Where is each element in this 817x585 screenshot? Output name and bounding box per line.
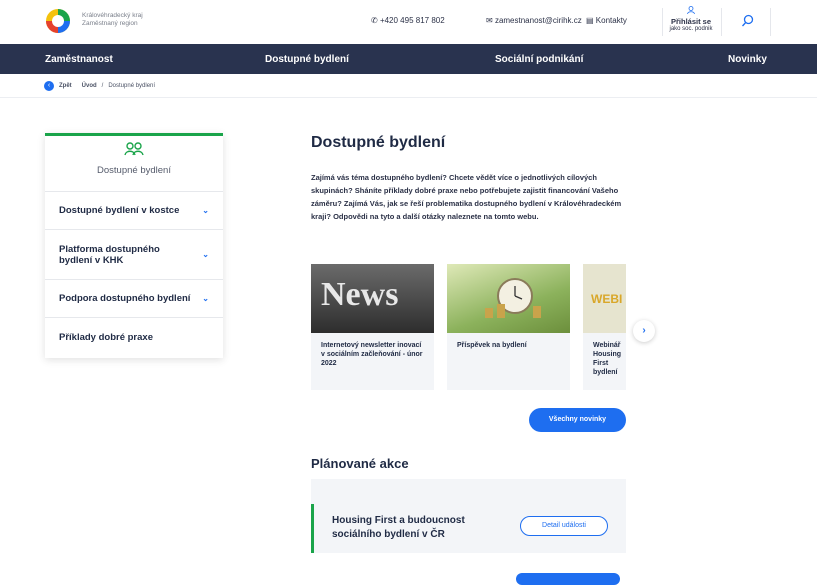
news-card[interactable]: News Internetový newsletter inovací v so… xyxy=(311,264,434,390)
breadcrumb-current: Dostupné bydlení xyxy=(108,83,156,89)
chevron-down-icon: ⌄ xyxy=(202,250,209,259)
breadcrumb-home[interactable]: Úvod xyxy=(82,83,97,89)
sidebar-header: Dostupné bydlení xyxy=(45,136,223,192)
user-icon xyxy=(687,6,695,15)
contacts-link[interactable]: ▤ Kontakty xyxy=(586,16,627,25)
intro-text: Zajímá vás téma dostupného bydlení? Chce… xyxy=(311,173,622,221)
divider xyxy=(0,97,817,98)
chevron-right-icon[interactable]: › xyxy=(633,320,655,342)
news-title: Internetový newsletter inovací v sociáln… xyxy=(321,342,423,367)
sidebar: Dostupné bydlení Dostupné bydlení v kost… xyxy=(45,133,223,358)
back-link[interactable]: Zpět xyxy=(59,83,72,89)
mail-icon: ✉ xyxy=(486,16,495,25)
sidebar-item-kostce[interactable]: Dostupné bydlení v kostce ⌄ xyxy=(45,192,223,230)
news-card[interactable]: Příspěvek na bydlení xyxy=(447,264,570,390)
news-card[interactable]: WEBI Webinář Housing First bydlení xyxy=(583,264,626,390)
breadcrumb: ‹ Zpět Úvod / Dostupné bydlení xyxy=(44,81,155,91)
sidebar-item-podpora[interactable]: Podpora dostupného bydlení ⌄ xyxy=(45,280,223,318)
all-news-button[interactable]: Všechny novinky xyxy=(529,408,626,432)
news-title: Příspěvek na bydlení xyxy=(457,342,527,349)
event-panel xyxy=(311,479,626,504)
contacts-text: Kontakty xyxy=(595,16,627,25)
login-button[interactable]: Přihlásit se jako soc. podnik xyxy=(663,6,719,32)
page-title: Dostupné bydlení xyxy=(311,134,446,151)
divider xyxy=(770,8,771,36)
chevron-down-icon: ⌄ xyxy=(202,294,209,303)
logo-line2: Zaměstnaný region xyxy=(82,20,138,27)
email-text: zamestnanost@cirihk.cz xyxy=(494,16,582,25)
nav-item-socialni-podnikani[interactable]: Sociální podnikání xyxy=(495,54,583,65)
sidebar-item-label: Platforma dostupného bydlení v KHK xyxy=(59,243,160,266)
main-nav: Zaměstnanost Dostupné bydlení Sociální p… xyxy=(0,44,817,74)
phone-link[interactable]: ✆ +420 495 817 802 xyxy=(371,16,445,25)
event-title: Housing First a budoucnost sociálního by… xyxy=(332,515,465,540)
email-link[interactable]: ✉ zamestnanost@cirihk.cz xyxy=(486,16,582,25)
events-title: Plánované akce xyxy=(311,456,409,471)
sidebar-item-label: Příklady dobré praxe xyxy=(59,331,153,343)
news-image: WEBI xyxy=(583,264,626,333)
news-image-text: WEBI xyxy=(591,292,623,306)
contacts-icon: ▤ xyxy=(586,16,596,25)
news-image-text: News xyxy=(321,276,399,313)
logo-icon[interactable] xyxy=(44,7,72,35)
chevron-down-icon: ⌄ xyxy=(202,206,209,215)
more-events-button[interactable] xyxy=(516,573,620,585)
news-image xyxy=(447,264,570,333)
login-label: Přihlásit se xyxy=(670,17,712,26)
sidebar-item-label: Podpora dostupného bydlení xyxy=(59,293,191,304)
divider xyxy=(721,8,722,36)
news-image: News xyxy=(311,264,434,333)
login-sublabel: jako soc. podnik xyxy=(669,26,713,32)
phone-text: +420 495 817 802 xyxy=(379,16,445,25)
clock-coins-image xyxy=(485,278,541,318)
sidebar-title: Dostupné bydlení xyxy=(97,165,171,176)
logo-text: Královéhradecký kraj Zaměstnaný region xyxy=(82,12,143,28)
back-arrow-icon[interactable]: ‹ xyxy=(44,81,54,91)
people-icon xyxy=(124,142,144,156)
top-bar: Královéhradecký kraj Zaměstnaný region ✆… xyxy=(0,0,817,44)
event-item: Housing First a budoucnost sociálního by… xyxy=(311,504,626,553)
nav-item-dostupne-bydleni[interactable]: Dostupné bydlení xyxy=(265,54,349,65)
sidebar-item-priklady[interactable]: Příklady dobré praxe xyxy=(45,318,223,356)
phone-icon: ✆ xyxy=(371,16,380,25)
nav-item-zamestnanost[interactable]: Zaměstnanost xyxy=(45,54,113,65)
event-detail-button[interactable]: Detail události xyxy=(520,516,608,536)
logo-line1: Královéhradecký kraj xyxy=(82,12,143,19)
sidebar-item-platforma[interactable]: Platforma dostupného bydlení v KHK ⌄ xyxy=(45,230,223,280)
nav-item-novinky[interactable]: Novinky xyxy=(728,54,767,65)
search-icon[interactable] xyxy=(741,14,755,28)
news-title: Webinář Housing First bydlení xyxy=(593,342,621,376)
breadcrumb-separator: / xyxy=(101,83,104,89)
sidebar-item-label: Dostupné bydlení v kostce xyxy=(59,205,180,216)
